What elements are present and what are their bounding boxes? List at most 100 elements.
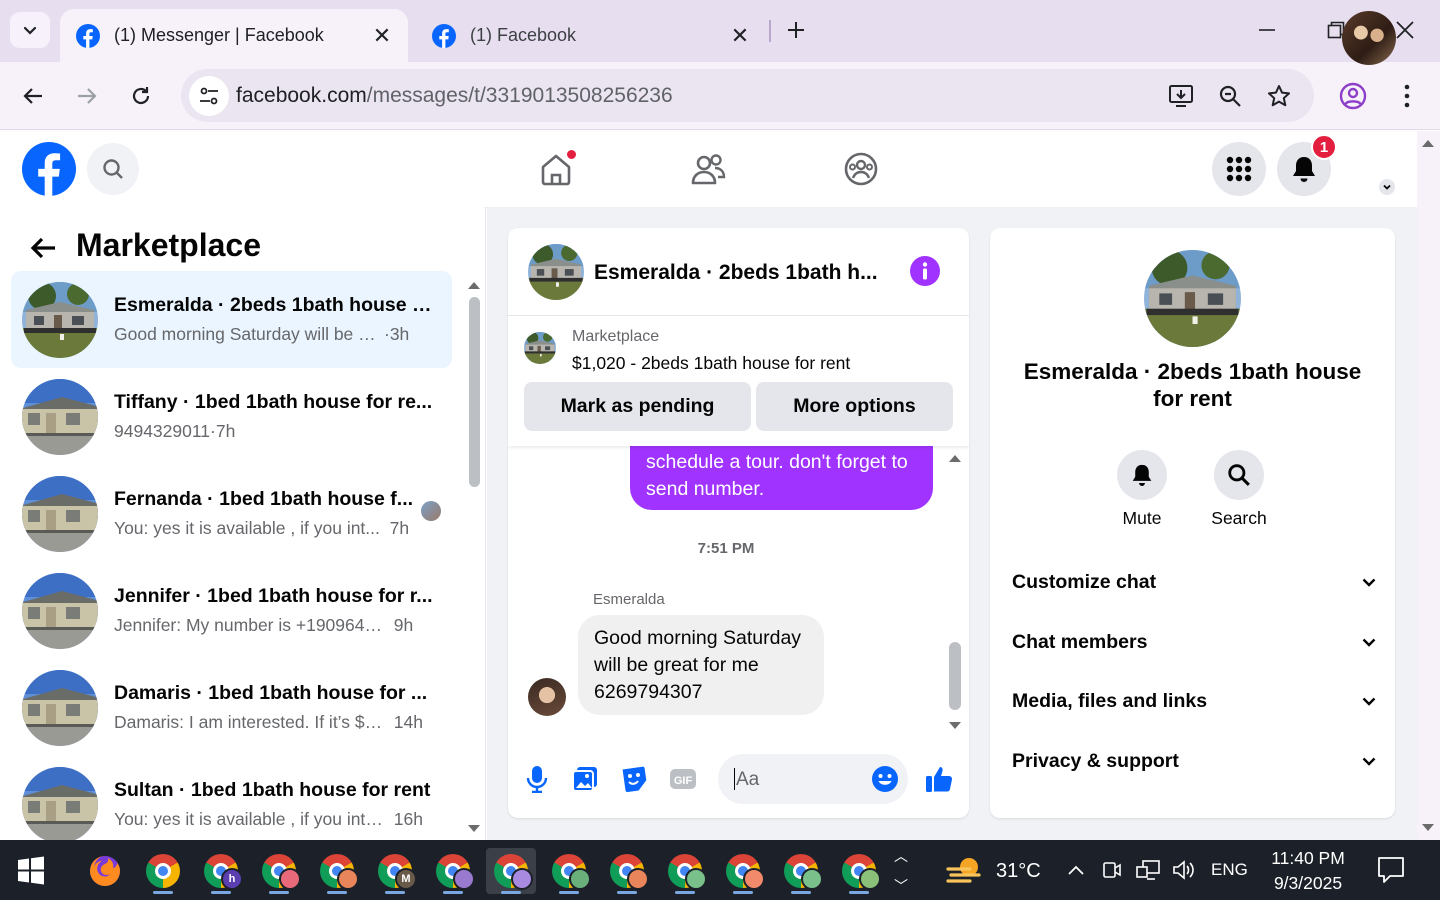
back-arrow-button[interactable] [24,229,62,267]
weather-haze-icon[interactable] [945,854,985,888]
info-section-row[interactable]: Chat members [1012,622,1377,662]
microphone-icon [526,766,548,793]
gif-button[interactable]: GIF [666,762,700,796]
tab-facebook[interactable]: (1) Facebook ✕ [416,9,766,62]
facebook-favicon-icon [76,23,100,48]
facebook-logo-icon[interactable] [22,142,76,196]
scroll-down-icon[interactable] [948,720,962,732]
info-section-row[interactable]: Customize chat [1012,562,1377,602]
chrome-profile-badge [859,868,881,890]
minimize-button[interactable] [1244,12,1290,48]
taskbar-chrome-window[interactable] [428,848,478,894]
search-in-conversation-button[interactable]: Search [1199,450,1279,529]
meet-now-icon[interactable] [1100,856,1124,884]
nav-friends[interactable] [684,145,732,193]
mute-circle[interactable] [1117,450,1167,500]
chevron-up-icon [1068,865,1084,875]
conversation-row[interactable]: Damaris · 1bed 1bath house for ... Damari… [11,659,452,756]
reload-button[interactable] [121,76,161,116]
sticker-button[interactable] [617,762,651,796]
info-house-thumbnail[interactable] [1144,250,1241,347]
nav-home[interactable] [532,145,580,193]
address-bar[interactable]: facebook.com/messages/t/3319013508256236 [181,69,1314,122]
scroll-up-icon[interactable] [948,452,962,464]
emoji-icon[interactable] [871,765,899,793]
site-info-button[interactable] [189,76,229,116]
taskbar-chrome-window[interactable] [660,848,710,894]
new-tab-button[interactable] [780,14,812,46]
taskbar-chrome-window[interactable] [834,848,884,894]
send-like-button[interactable] [922,762,956,796]
clock[interactable]: 11:40 PM 9/3/2025 [1262,846,1354,896]
mute-button[interactable]: Mute [1102,450,1182,529]
network-icon[interactable] [1134,856,1162,884]
message-input[interactable]: Aa [718,754,908,804]
chat-scroll-thumb[interactable] [949,642,961,710]
weather-temperature[interactable]: 31°C [996,860,1041,883]
taskbar-chrome-window[interactable] [312,848,362,894]
close-tab-icon[interactable]: ✕ [728,23,752,48]
chat-title[interactable]: Esmeralda · 2beds 1bath h... [594,261,894,285]
search-circle[interactable] [1214,450,1264,500]
sender-avatar[interactable] [528,678,566,716]
taskbar-chrome-window[interactable] [718,848,768,894]
mark-as-pending-button[interactable]: Mark as pending [524,382,751,431]
taskbar-chrome-window[interactable]: M [370,848,420,894]
conversation-row[interactable]: Fernanda · 1bed 1bath house f... You: yes… [11,465,452,562]
outgoing-message[interactable]: schedule a tour. don't forget to send nu… [630,446,933,510]
info-section-label: Customize chat [1012,570,1157,593]
info-section-row[interactable]: Privacy & support [1012,741,1377,781]
conversation-row[interactable]: Tiffany · 1bed 1bath house for re... 9494… [11,368,452,465]
taskbar-firefox[interactable] [80,848,130,894]
attach-media-button[interactable] [568,762,602,796]
chrome-profile-badge [801,868,823,890]
chat-list-scroll-thumb[interactable] [469,297,480,487]
listing-thumbnail[interactable] [524,332,556,364]
install-app-icon[interactable] [1166,81,1196,111]
url-text[interactable]: facebook.com/messages/t/3319013508256236 [236,84,673,108]
taskbar-chrome-window[interactable] [776,848,826,894]
chat-house-thumbnail[interactable] [528,244,584,300]
home-unread-dot [566,149,577,160]
taskbar-scroll-down-icon[interactable]: ﹀ [892,875,910,897]
zoom-icon[interactable] [1215,81,1245,111]
conversation-row[interactable]: Esmeralda · 2beds 1bath house f... Good m… [11,271,452,368]
conversation-info-button[interactable] [910,256,940,286]
info-section-row[interactable]: Media, files and links [1012,681,1377,721]
page-scrollbar[interactable] [1417,131,1440,840]
taskbar-chrome-window[interactable] [138,848,188,894]
clock-time: 11:40 PM [1271,848,1345,868]
action-center-icon[interactable] [1376,854,1406,886]
windows-start-icon[interactable] [14,854,48,888]
account-chevron-icon[interactable] [1377,177,1397,197]
show-hidden-icons-button[interactable] [1064,856,1088,884]
taskbar-chrome-window[interactable] [544,848,594,894]
taskbar-scroll-up-icon[interactable]: ︿ [892,845,910,867]
back-button[interactable] [13,76,53,116]
taskbar-chrome-window[interactable] [602,848,652,894]
nav-groups[interactable] [837,145,885,193]
facebook-search-button[interactable] [87,143,139,195]
more-options-button[interactable]: More options [756,382,953,431]
profile-button[interactable] [1333,76,1373,116]
conversation-row[interactable]: Sultan · 1bed 1bath house for rent You: y… [11,756,452,853]
conversation-name: Fernanda · 1bed 1bath house f... [114,488,414,510]
tab-messenger[interactable]: (1) Messenger | Facebook ✕ [60,9,408,62]
taskbar-chrome-window[interactable]: h [196,848,246,894]
input-language[interactable]: ENG [1211,860,1248,880]
taskbar-chrome-window[interactable] [486,848,536,894]
account-avatar[interactable] [1342,11,1396,65]
forward-button[interactable] [67,76,107,116]
tab-search-button[interactable] [10,12,50,48]
close-tab-icon[interactable]: ✕ [370,23,394,48]
conversation-row[interactable]: Jennifer · 1bed 1bath house for r... Jenn… [11,562,452,659]
notifications-button[interactable]: 1 [1277,134,1337,196]
bookmark-star-icon[interactable] [1264,81,1294,111]
browser-menu-button[interactable] [1387,76,1427,116]
voice-clip-button[interactable] [520,762,554,796]
incoming-message[interactable]: Good morning Saturday will be great for … [578,615,824,715]
listing-title[interactable]: $1,020 - 2beds 1bath house for rent [572,353,850,374]
taskbar-chrome-window[interactable] [254,848,304,894]
menu-button[interactable] [1212,142,1266,196]
volume-icon[interactable] [1170,856,1198,884]
